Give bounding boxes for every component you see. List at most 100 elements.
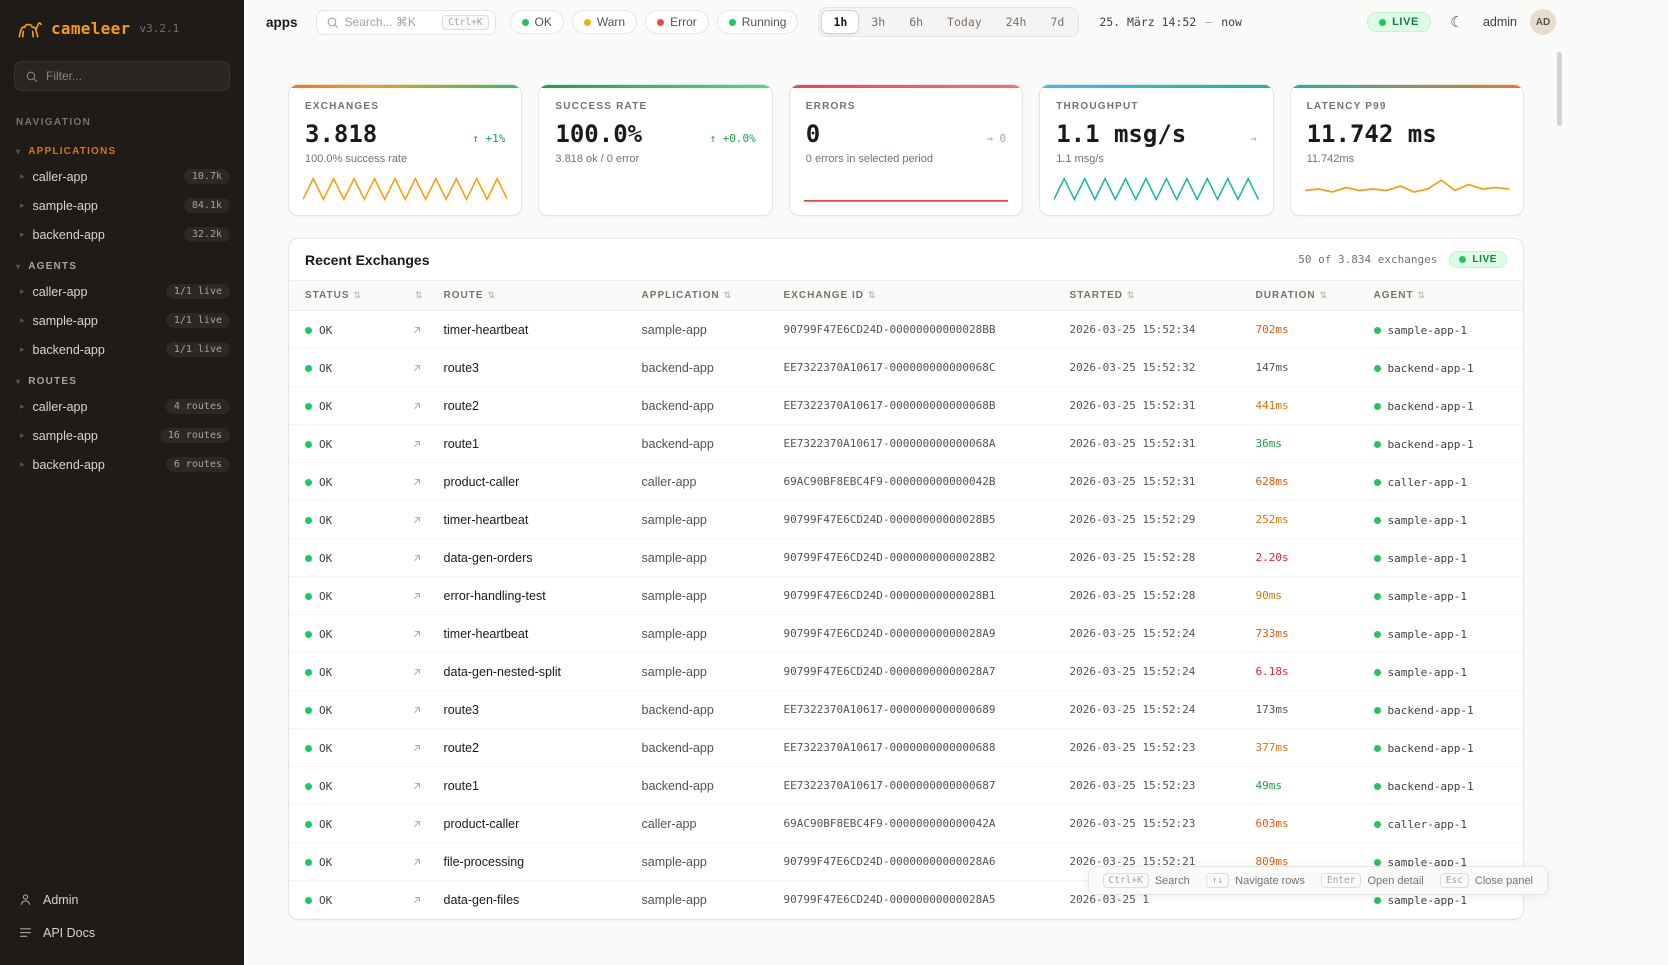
search-input[interactable]	[345, 15, 437, 29]
open-exchange-icon[interactable]	[411, 400, 423, 412]
table-row[interactable]: OK route3 backend-app EE7322370A10617-00…	[289, 349, 1523, 387]
open-exchange-icon[interactable]	[411, 590, 423, 602]
col-route[interactable]: ROUTE⇅	[434, 281, 632, 311]
route-cell: route3	[434, 691, 632, 729]
open-exchange-icon[interactable]	[411, 818, 423, 830]
sidebar-item-api-docs[interactable]: API Docs	[0, 916, 244, 949]
time-range-button[interactable]: 7d	[1038, 10, 1076, 34]
date-range-display[interactable]: 25. März 14:52 — now	[1099, 15, 1242, 29]
col-open[interactable]: ⇅	[401, 281, 434, 311]
col-started[interactable]: STARTED⇅	[1060, 281, 1246, 311]
agent-dot	[1374, 783, 1381, 790]
status-dot	[305, 479, 312, 486]
col-status[interactable]: STATUS⇅	[289, 281, 401, 311]
scrollbar-thumb[interactable]	[1557, 52, 1562, 126]
time-range-button[interactable]: 1h	[821, 10, 859, 34]
section-header-agents[interactable]: ▾ AGENTS	[0, 249, 244, 277]
open-exchange-icon[interactable]	[411, 628, 423, 640]
open-exchange-icon[interactable]	[411, 362, 423, 374]
table-row[interactable]: OK product-caller caller-app 69AC90BF8EB…	[289, 805, 1523, 843]
exchange-count-summary: 50 of 3.834 exchanges	[1298, 253, 1437, 266]
table-row[interactable]: OK error-handling-test sample-app 90799F…	[289, 577, 1523, 615]
col-application[interactable]: APPLICATION⇅	[632, 281, 774, 311]
table-row[interactable]: OK route2 backend-app EE7322370A10617-00…	[289, 729, 1523, 767]
table-row[interactable]: OK data-gen-nested-split sample-app 9079…	[289, 653, 1523, 691]
card-accent-bar	[1040, 85, 1272, 88]
status-label: OK	[319, 400, 332, 413]
table-row[interactable]: OK route3 backend-app EE7322370A10617-00…	[289, 691, 1523, 729]
started-cell: 2026-03-25 15:52:24	[1060, 653, 1246, 691]
table-row[interactable]: OK data-gen-orders sample-app 90799F47E6…	[289, 539, 1523, 577]
table-row[interactable]: OK product-caller caller-app 69AC90BF8EB…	[289, 463, 1523, 501]
application-cell: caller-app	[632, 463, 774, 501]
open-exchange-icon[interactable]	[411, 514, 423, 526]
status-dot	[305, 517, 312, 524]
route-cell: route2	[434, 387, 632, 425]
open-exchange-icon[interactable]	[411, 704, 423, 716]
status-label: OK	[319, 742, 332, 755]
navigation-label: NAVIGATION	[0, 91, 244, 134]
table-live-badge[interactable]: LIVE	[1449, 251, 1507, 268]
section-header-applications[interactable]: ▾ APPLICATIONS	[0, 134, 244, 162]
status-filter-chip[interactable]: OK	[510, 10, 564, 34]
table-row[interactable]: OK route2 backend-app EE7322370A10617-00…	[289, 387, 1523, 425]
stat-value: 100.0%	[555, 120, 642, 148]
sidebar-item-agent[interactable]: ▸ sample-app 1/1 live	[0, 306, 244, 335]
application-cell: backend-app	[632, 691, 774, 729]
logo-row[interactable]: cameleer v3.2.1	[0, 0, 244, 57]
stat-value: 0	[806, 120, 820, 148]
open-exchange-icon[interactable]	[411, 324, 423, 336]
live-toggle[interactable]: LIVE	[1367, 12, 1431, 32]
col-agent[interactable]: AGENT⇅	[1364, 281, 1523, 311]
time-range-button[interactable]: 24h	[994, 10, 1039, 34]
dark-mode-toggle[interactable]: ☾	[1444, 9, 1470, 35]
status-dot	[305, 631, 312, 638]
open-exchange-icon[interactable]	[411, 856, 423, 868]
agent-dot	[1374, 821, 1381, 828]
sidebar-item-label: caller-app	[33, 400, 88, 414]
open-exchange-icon[interactable]	[411, 666, 423, 678]
sidebar-item-application[interactable]: ▸ backend-app 32.2k	[0, 220, 244, 249]
sidebar-item-route[interactable]: ▸ backend-app 6 routes	[0, 450, 244, 479]
status-filter-chip[interactable]: Running	[717, 10, 799, 34]
table-row[interactable]: OK timer-heartbeat sample-app 90799F47E6…	[289, 501, 1523, 539]
duration-cell: 628ms	[1246, 463, 1364, 501]
sidebar-item-badge: 1/1 live	[166, 284, 230, 299]
open-exchange-icon[interactable]	[411, 894, 423, 906]
time-range-button[interactable]: 3h	[859, 10, 897, 34]
avatar[interactable]: AD	[1530, 9, 1556, 35]
sidebar-item-application[interactable]: ▸ caller-app 10.7k	[0, 162, 244, 191]
col-duration[interactable]: DURATION⇅	[1246, 281, 1364, 311]
open-exchange-icon[interactable]	[411, 552, 423, 564]
status-label: OK	[319, 438, 332, 451]
table-row[interactable]: OK route1 backend-app EE7322370A10617-00…	[289, 425, 1523, 463]
sidebar-item-route[interactable]: ▸ sample-app 16 routes	[0, 421, 244, 450]
col-exchange-id[interactable]: EXCHANGE ID⇅	[774, 281, 1060, 311]
sidebar-item-agent[interactable]: ▸ backend-app 1/1 live	[0, 335, 244, 364]
table-row[interactable]: OK timer-heartbeat sample-app 90799F47E6…	[289, 311, 1523, 349]
table-row[interactable]: OK route1 backend-app EE7322370A10617-00…	[289, 767, 1523, 805]
open-exchange-icon[interactable]	[411, 780, 423, 792]
sidebar-item-badge: 16 routes	[160, 428, 230, 443]
sidebar-filter-input[interactable]	[46, 69, 219, 83]
status-filter-chip[interactable]: Error	[645, 10, 709, 34]
open-exchange-icon[interactable]	[411, 438, 423, 450]
status-filter-chip[interactable]: Warn	[572, 10, 637, 34]
sidebar-item-admin[interactable]: Admin	[0, 883, 244, 916]
open-exchange-icon[interactable]	[411, 476, 423, 488]
exchange-id-cell: 90799F47E6CD24D-00000000000028B1	[774, 577, 1060, 615]
sidebar-item-application[interactable]: ▸ sample-app 84.1k	[0, 191, 244, 220]
time-range-button[interactable]: 6h	[897, 10, 935, 34]
section-header-routes[interactable]: ▾ ROUTES	[0, 364, 244, 392]
card-accent-bar	[289, 85, 521, 88]
stat-trend: ↑ +0.0%	[709, 132, 755, 145]
open-exchange-icon[interactable]	[411, 742, 423, 754]
table-row[interactable]: OK timer-heartbeat sample-app 90799F47E6…	[289, 615, 1523, 653]
sidebar-item-route[interactable]: ▸ caller-app 4 routes	[0, 392, 244, 421]
agent-cell: sample-app-1	[1388, 666, 1467, 679]
sidebar-item-agent[interactable]: ▸ caller-app 1/1 live	[0, 277, 244, 306]
status-label: OK	[319, 818, 332, 831]
search-shortcut-kbd: Ctrl+K	[442, 15, 488, 30]
time-range-button[interactable]: Today	[935, 10, 994, 34]
agent-dot	[1374, 365, 1381, 372]
